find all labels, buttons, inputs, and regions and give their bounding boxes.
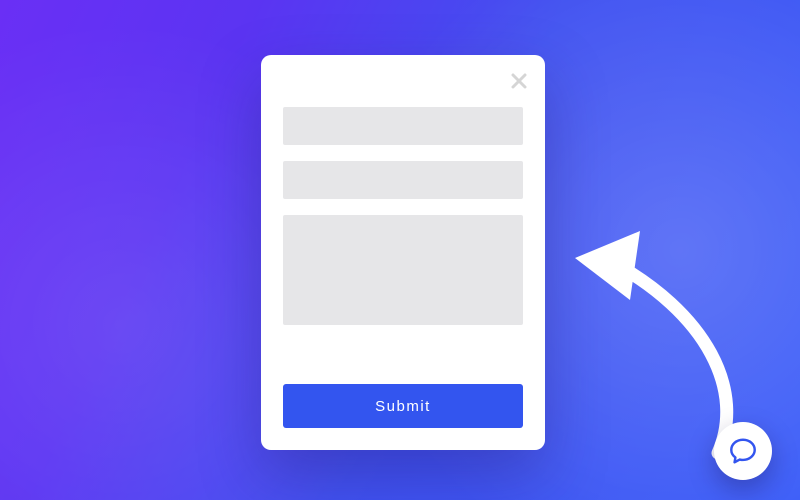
form-fields — [283, 107, 523, 325]
message-textarea[interactable] — [283, 215, 523, 325]
submit-button[interactable]: Submit — [283, 384, 523, 428]
close-icon[interactable] — [511, 73, 527, 89]
modal-header — [283, 73, 527, 93]
chat-bubble-icon — [728, 436, 758, 466]
text-field-1[interactable] — [283, 107, 523, 145]
chat-launcher-button[interactable] — [714, 422, 772, 480]
page-background: Submit — [0, 0, 800, 500]
text-field-2[interactable] — [283, 161, 523, 199]
contact-form-modal: Submit — [261, 55, 545, 450]
